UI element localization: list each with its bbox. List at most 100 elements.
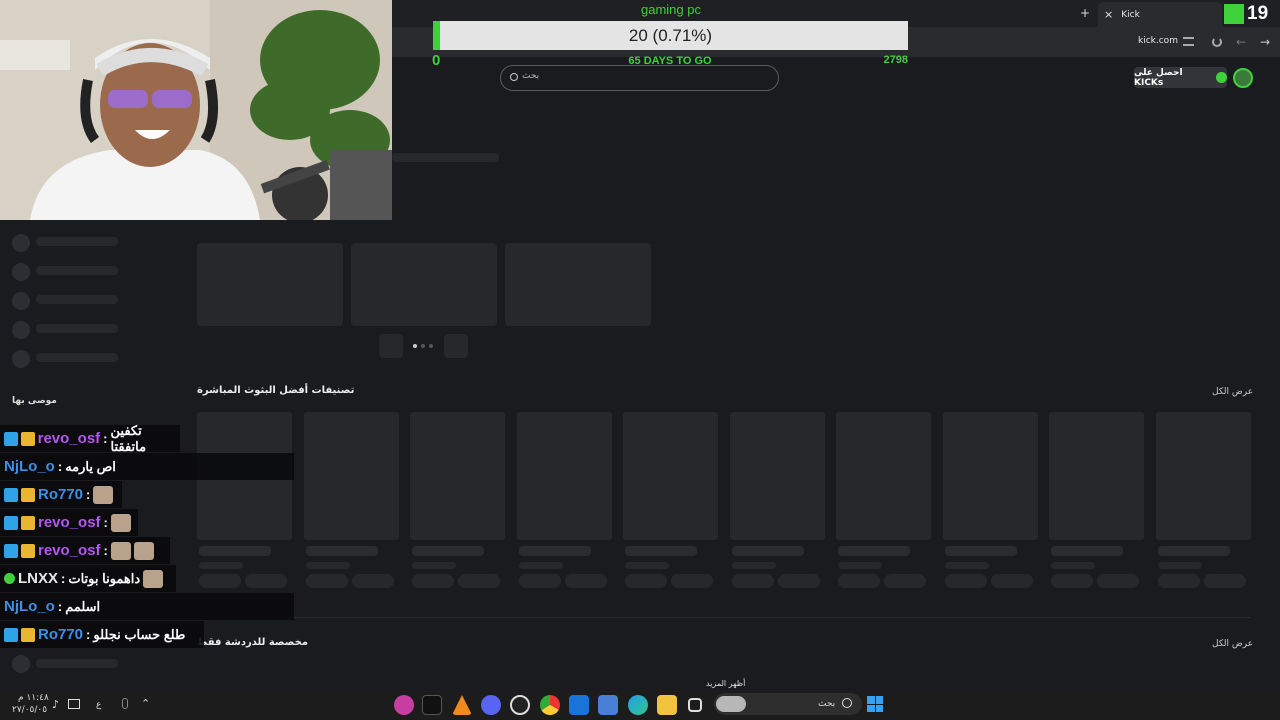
taskbar-time: ١١:٤٨ م — [18, 693, 49, 703]
blue-badge-icon — [4, 431, 18, 446]
start-button[interactable] — [867, 696, 883, 712]
blue-badge-icon — [4, 543, 18, 558]
store-app-icon[interactable] — [598, 695, 618, 715]
obs-app-icon[interactable] — [510, 695, 530, 715]
site-settings-icon[interactable] — [1183, 37, 1194, 46]
carousel-prev-button[interactable] — [379, 334, 403, 358]
category-skeleton-sub — [306, 562, 350, 569]
view-all-link[interactable]: عرض الكل — [1212, 387, 1253, 397]
view-all-link[interactable]: عرض الكل — [1212, 639, 1253, 649]
category-card[interactable] — [304, 412, 399, 540]
sidebar-skeleton — [12, 655, 30, 673]
category-skeleton-title — [1158, 546, 1230, 556]
category-skeleton-sub — [519, 562, 563, 569]
category-skeleton-sub — [1158, 562, 1202, 569]
chrome-app-icon[interactable] — [394, 695, 414, 715]
back-icon[interactable]: → — [1260, 35, 1270, 49]
chat-separator: : — [86, 487, 91, 502]
tab-kick[interactable]: × Kick — [1098, 2, 1222, 27]
volume-icon[interactable]: ♪ — [52, 698, 59, 711]
featured-card[interactable] — [197, 243, 343, 326]
chat-emote-icon — [110, 541, 131, 560]
category-skeleton-title — [519, 546, 591, 556]
chat-separator: : — [57, 459, 63, 474]
sidebar-skeleton — [12, 292, 30, 310]
category-skeleton-tag — [778, 574, 820, 588]
chrome-app-icon-2[interactable] — [540, 695, 560, 715]
section-divider — [197, 617, 1250, 618]
chat-username[interactable]: revo_osf — [38, 542, 101, 559]
kicks-icon — [1216, 72, 1227, 83]
category-skeleton-tag — [838, 574, 880, 588]
sidebar-skeleton — [36, 266, 118, 275]
category-skeleton-title — [306, 546, 378, 556]
carousel-next-button[interactable] — [444, 334, 468, 358]
chat-message: revo_osf : — [0, 537, 170, 564]
task-view-icon[interactable] — [688, 698, 702, 712]
chat-username[interactable]: revo_osf — [38, 514, 101, 531]
category-skeleton-tag — [519, 574, 561, 588]
category-skeleton-title — [838, 546, 910, 556]
discord-app-icon[interactable] — [481, 695, 501, 715]
chat-emote-icon — [110, 513, 131, 532]
featured-card[interactable] — [351, 243, 497, 326]
chat-username[interactable]: NjLo_o — [4, 598, 55, 615]
avatar[interactable] — [1233, 68, 1253, 88]
edge-app-icon[interactable] — [628, 695, 648, 715]
url-text[interactable]: kick.com — [1138, 36, 1178, 46]
tiktok-app-icon[interactable] — [422, 695, 442, 715]
sidebar-skeleton — [12, 350, 30, 368]
chat-message-text: طلع حساب نجللو — [93, 626, 186, 642]
gold-badge-icon — [20, 431, 35, 446]
show-more-button[interactable]: أظهر المزيد — [706, 679, 745, 688]
language-indicator[interactable]: ع — [96, 700, 101, 710]
kick-logo: 19 — [1224, 3, 1280, 25]
category-skeleton-sub — [625, 562, 669, 569]
kick-logo-count: 19 — [1247, 3, 1269, 24]
forward-icon[interactable]: ← — [1236, 35, 1246, 49]
category-card[interactable] — [623, 412, 718, 540]
network-icon[interactable] — [68, 699, 80, 709]
category-card[interactable] — [943, 412, 1038, 540]
outlook-app-icon[interactable] — [569, 695, 589, 715]
category-skeleton-tag — [412, 574, 454, 588]
search-icon — [510, 73, 518, 81]
category-skeleton-title — [1051, 546, 1123, 556]
file-explorer-icon[interactable] — [657, 695, 677, 715]
chevron-up-icon[interactable]: ⌃ — [141, 697, 150, 710]
reload-icon[interactable] — [1212, 37, 1222, 47]
blue-badge-icon — [4, 487, 18, 502]
chat-username[interactable]: NjLo_o — [4, 458, 55, 475]
search-input[interactable] — [500, 65, 779, 91]
chat-message-text: تكفين ماتفقتا — [110, 422, 147, 454]
category-card[interactable] — [410, 412, 505, 540]
featured-card[interactable] — [505, 243, 651, 326]
category-card[interactable] — [730, 412, 825, 540]
category-skeleton-tag — [306, 574, 348, 588]
category-card[interactable] — [1156, 412, 1251, 540]
category-skeleton-tag — [625, 574, 667, 588]
category-card[interactable] — [836, 412, 931, 540]
category-skeleton-tag — [1097, 574, 1139, 588]
microphone-icon[interactable] — [122, 698, 128, 709]
chat-username[interactable]: LNXX — [18, 570, 58, 587]
new-tab-button[interactable]: + — [1080, 6, 1090, 20]
chat-username[interactable]: revo_osf — [38, 430, 101, 447]
chat-separator: : — [103, 515, 108, 530]
chat-message-text: اسلمم — [65, 598, 101, 614]
category-skeleton-tag — [732, 574, 774, 588]
category-skeleton-sub — [199, 562, 243, 569]
search-highlight-image — [716, 696, 746, 712]
section-title-top-categories: تصنيفات أفضل البثوث المباشرة — [197, 385, 355, 396]
chat-message: LNXX : داهمونا بوتات — [0, 565, 176, 592]
get-kicks-button[interactable]: احصل على KICKs — [1134, 67, 1227, 88]
category-card[interactable] — [517, 412, 612, 540]
blue-badge-icon — [4, 515, 18, 530]
category-card[interactable] — [1049, 412, 1144, 540]
chat-message: Ro770 : — [0, 481, 122, 508]
tab-close-icon[interactable]: × — [1104, 8, 1113, 21]
chat-username[interactable]: Ro770 — [38, 486, 83, 503]
category-skeleton-title — [412, 546, 484, 556]
chat-username[interactable]: Ro770 — [38, 626, 83, 643]
category-skeleton-tag — [565, 574, 607, 588]
